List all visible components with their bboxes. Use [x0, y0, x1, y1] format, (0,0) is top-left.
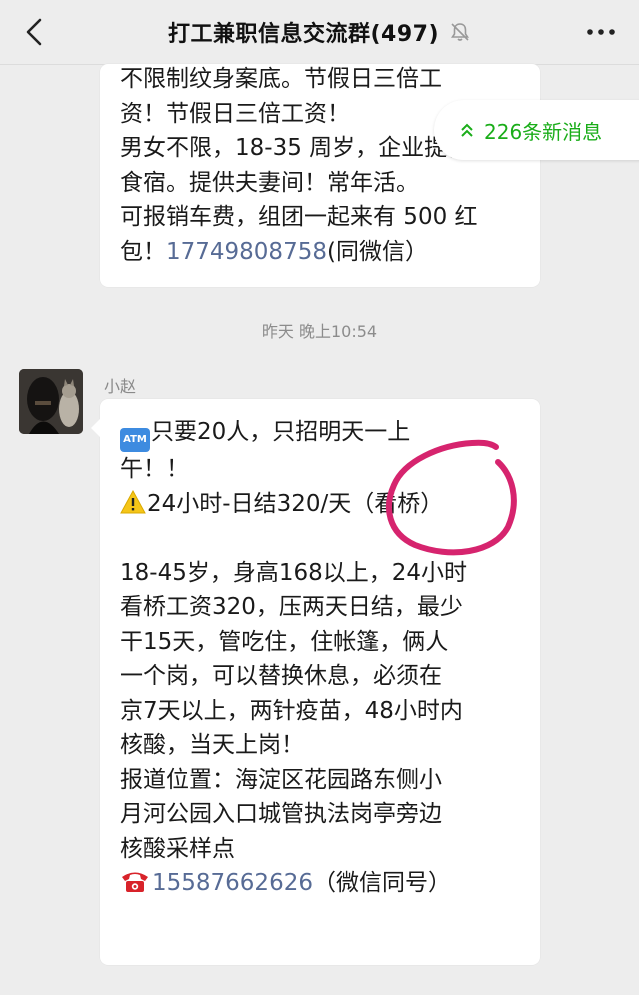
message-line: 午！！	[120, 456, 189, 482]
message-line: 18-45岁，身高168以上，24小时	[120, 559, 467, 586]
message-line: 干15天，管吃住，住帐篷，俩人	[120, 628, 449, 655]
phone-number-link[interactable]: 17749808758	[166, 239, 327, 265]
message-line: 报道位置：海淀区花园路东侧小	[120, 766, 442, 793]
phone-number-link[interactable]: 15587662626	[152, 870, 313, 896]
sender-name: 小赵	[104, 377, 137, 396]
message-text: ATM 只要20人，只招明天一上 午！！ 24小时-日结320/天（看桥） 18-…	[120, 415, 525, 901]
message-line: 核酸采样点	[120, 835, 235, 862]
message-line: 月河公园入口城管执法岗亭旁边	[120, 801, 442, 827]
message-line: 15587662626（微信同号）	[120, 866, 525, 901]
message-line-text: 24小时-日结320/天（看桥）	[147, 490, 444, 517]
bell-muted-icon	[451, 23, 470, 41]
chat-title: 打工兼职信息交流群(497)	[167, 22, 440, 47]
message-line: ATM 只要20人，只招明天一上	[120, 415, 525, 452]
telephone-icon	[122, 872, 148, 892]
message-timestamp: 昨天 晚上10:54	[261, 322, 378, 341]
chevron-left-icon[interactable]	[18, 14, 52, 50]
message-line: 包！17749808758(同微信）	[120, 235, 530, 270]
message-line: 看桥工资320，压两天日结，最少	[120, 594, 463, 620]
message-text-suffix: (同微信）	[326, 238, 428, 265]
avatar[interactable]	[19, 369, 83, 434]
new-messages-button[interactable]: 226条新消息	[434, 100, 639, 160]
double-chevron-up-icon	[461, 123, 473, 137]
message-line: 核酸，当天上岗！	[120, 732, 304, 758]
avatar-image	[19, 369, 83, 434]
message-bubble[interactable]: 不限制纹身案底。节假日三倍工 资！节假日三倍工资！ 男女不限，18-35 周岁，…	[100, 64, 540, 287]
message-line: 不限制纹身案底。节假日三倍工	[120, 66, 442, 92]
chat-header: 打工兼职信息交流群(497)	[0, 0, 639, 65]
message-line: 食宿。提供夫妻间！常年活。	[120, 169, 419, 196]
message-line: 京7天以上，两针疫苗，48小时内	[120, 697, 463, 724]
message-line: 24小时-日结320/天（看桥）	[120, 487, 525, 522]
message-line-text: 只要20人，只招明天一上	[151, 419, 411, 445]
message-line: 一个岗，可以替换休息，必须在	[120, 663, 442, 689]
warning-icon	[120, 489, 146, 513]
message-text: 不限制纹身案底。节假日三倍工 资！节假日三倍工资！ 男女不限，18-35 周岁，…	[120, 64, 530, 269]
atm-icon: ATM	[120, 428, 150, 452]
message-line: 可报销车费，组团一起来有 500 红	[120, 204, 478, 230]
message-text-prefix: 包！	[120, 238, 166, 265]
message-bubble[interactable]: ATM 只要20人，只招明天一上 午！！ 24小时-日结320/天（看桥） 18-…	[91, 399, 540, 965]
more-dots-icon[interactable]	[585, 22, 617, 42]
message-text-suffix: （微信同号）	[312, 870, 451, 896]
new-messages-label: 226条新消息	[484, 119, 603, 144]
